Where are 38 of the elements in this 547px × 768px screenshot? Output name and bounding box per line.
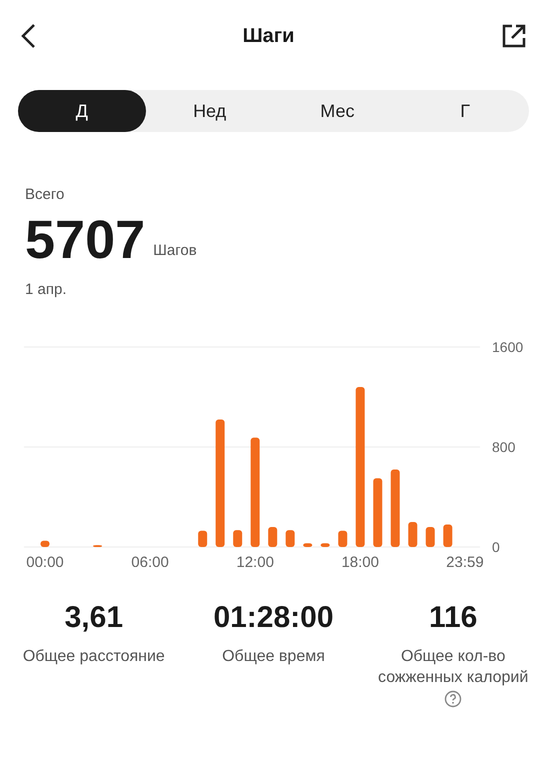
bar — [286, 530, 295, 547]
steps-unit: Шагов — [153, 241, 197, 261]
bar — [373, 478, 382, 547]
period-tab[interactable]: Г — [401, 90, 529, 132]
share-icon[interactable] — [500, 23, 527, 49]
x-axis-label: 06:00 — [131, 554, 169, 567]
bar — [233, 530, 242, 547]
total-caption: Всего — [25, 185, 66, 205]
y-axis-label: 800 — [492, 439, 516, 455]
bar — [40, 540, 50, 547]
y-axis-label: 1600 — [492, 339, 524, 355]
stat-label: Общее расстояние — [22, 647, 166, 667]
help-icon[interactable] — [444, 690, 462, 708]
y-axis-label: 0 — [492, 539, 500, 555]
bar — [443, 524, 452, 547]
bar — [198, 530, 208, 547]
x-axis-label: 12:00 — [236, 554, 274, 567]
period-tab[interactable]: Нед — [146, 90, 274, 132]
stat-label: Общее кол-во сожженных калорий — [377, 647, 530, 688]
x-axis-label: 18:00 — [341, 554, 379, 567]
period-tab[interactable]: Д — [18, 90, 146, 132]
bar — [426, 527, 435, 547]
date-label: 1 апр. — [25, 280, 68, 300]
page-title: Шаги — [242, 24, 294, 49]
bar — [303, 543, 312, 547]
stat-label: Общее время — [221, 647, 326, 667]
bar — [320, 543, 330, 547]
bar — [338, 530, 348, 547]
stat-value: 3,61 — [64, 600, 124, 636]
period-tab[interactable]: Мес — [274, 90, 402, 132]
total-steps-value: 5707 — [25, 214, 146, 264]
x-axis-label: 23:59 — [446, 554, 484, 567]
back-icon[interactable] — [20, 23, 36, 49]
x-axis-label: 00:00 — [26, 554, 64, 567]
stat-value: 01:28:00 — [213, 600, 334, 636]
stat-value: 116 — [428, 600, 478, 636]
bar — [268, 527, 278, 547]
bar — [408, 522, 418, 547]
